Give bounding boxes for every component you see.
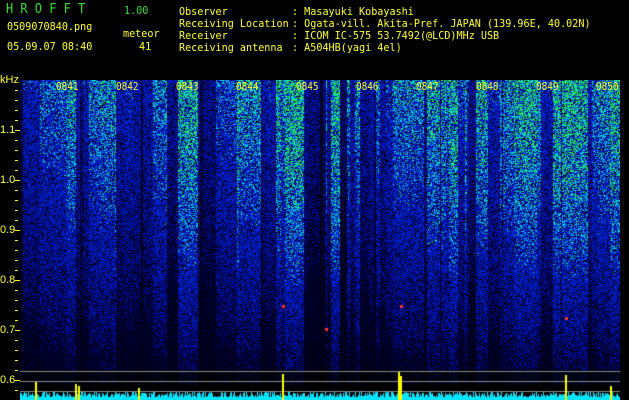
y-tick [15, 100, 18, 101]
y-tick [15, 260, 18, 261]
y-tick-label: 1.1 [0, 124, 16, 136]
info-value: : A504HB(yagi 4el) [292, 41, 402, 54]
x-tick-label: 0850 [596, 80, 619, 93]
x-tick-label: 0842 [116, 80, 139, 93]
x-tick-label: 0843 [176, 80, 199, 93]
y-tick [15, 270, 18, 271]
y-tick [15, 240, 18, 241]
info-label: Receiving antenna [179, 41, 283, 54]
y-tick [15, 370, 18, 371]
y-tick-label: 0.6 [0, 374, 16, 386]
y-tick [15, 220, 18, 221]
y-tick-label: 0.8 [0, 274, 16, 286]
y-tick [15, 360, 18, 361]
y-tick [15, 340, 18, 341]
y-tick-label: 1.0 [0, 174, 16, 186]
y-axis-unit: kHz [0, 74, 19, 86]
spectrogram [20, 80, 620, 400]
y-tick [15, 380, 20, 381]
app-title: H R O F F T [6, 2, 86, 17]
y-tick [15, 250, 18, 251]
y-tick [15, 130, 20, 131]
hrofft-window: H R O F F T 1.00 0509070840.png meteor 0… [0, 0, 629, 400]
x-tick-label: 0841 [56, 80, 79, 93]
y-tick [15, 290, 18, 291]
x-tick-label: 0847 [416, 80, 439, 93]
y-tick [15, 350, 18, 351]
y-tick [15, 160, 18, 161]
y-tick [15, 190, 18, 191]
x-tick-label: 0849 [536, 80, 559, 93]
x-tick-label: 0848 [476, 80, 499, 93]
y-tick [15, 300, 18, 301]
y-tick [15, 320, 18, 321]
x-tick-label: 0845 [296, 80, 319, 93]
file-datetime: 05.09.07 08:40 [7, 40, 93, 53]
y-tick [15, 280, 20, 281]
y-tick [15, 90, 18, 91]
x-tick-label: 0844 [236, 80, 259, 93]
y-tick-label: 0.9 [0, 224, 16, 236]
file-name: 0509070840.png [7, 20, 93, 33]
y-tick [15, 140, 18, 141]
y-tick [15, 310, 18, 311]
y-tick [15, 390, 18, 391]
y-tick [15, 230, 20, 231]
y-tick [15, 150, 18, 151]
y-tick [15, 330, 20, 331]
y-tick-label: 0.7 [0, 324, 16, 336]
y-tick [15, 180, 20, 181]
meteor-count: 41 [139, 40, 152, 53]
x-tick-label: 0846 [356, 80, 379, 93]
y-tick [15, 170, 18, 171]
y-tick [15, 120, 18, 121]
app-version: 1.00 [124, 4, 149, 17]
y-tick [15, 110, 18, 111]
y-tick [15, 210, 18, 211]
meteor-label: meteor [123, 27, 160, 40]
y-tick [15, 200, 18, 201]
